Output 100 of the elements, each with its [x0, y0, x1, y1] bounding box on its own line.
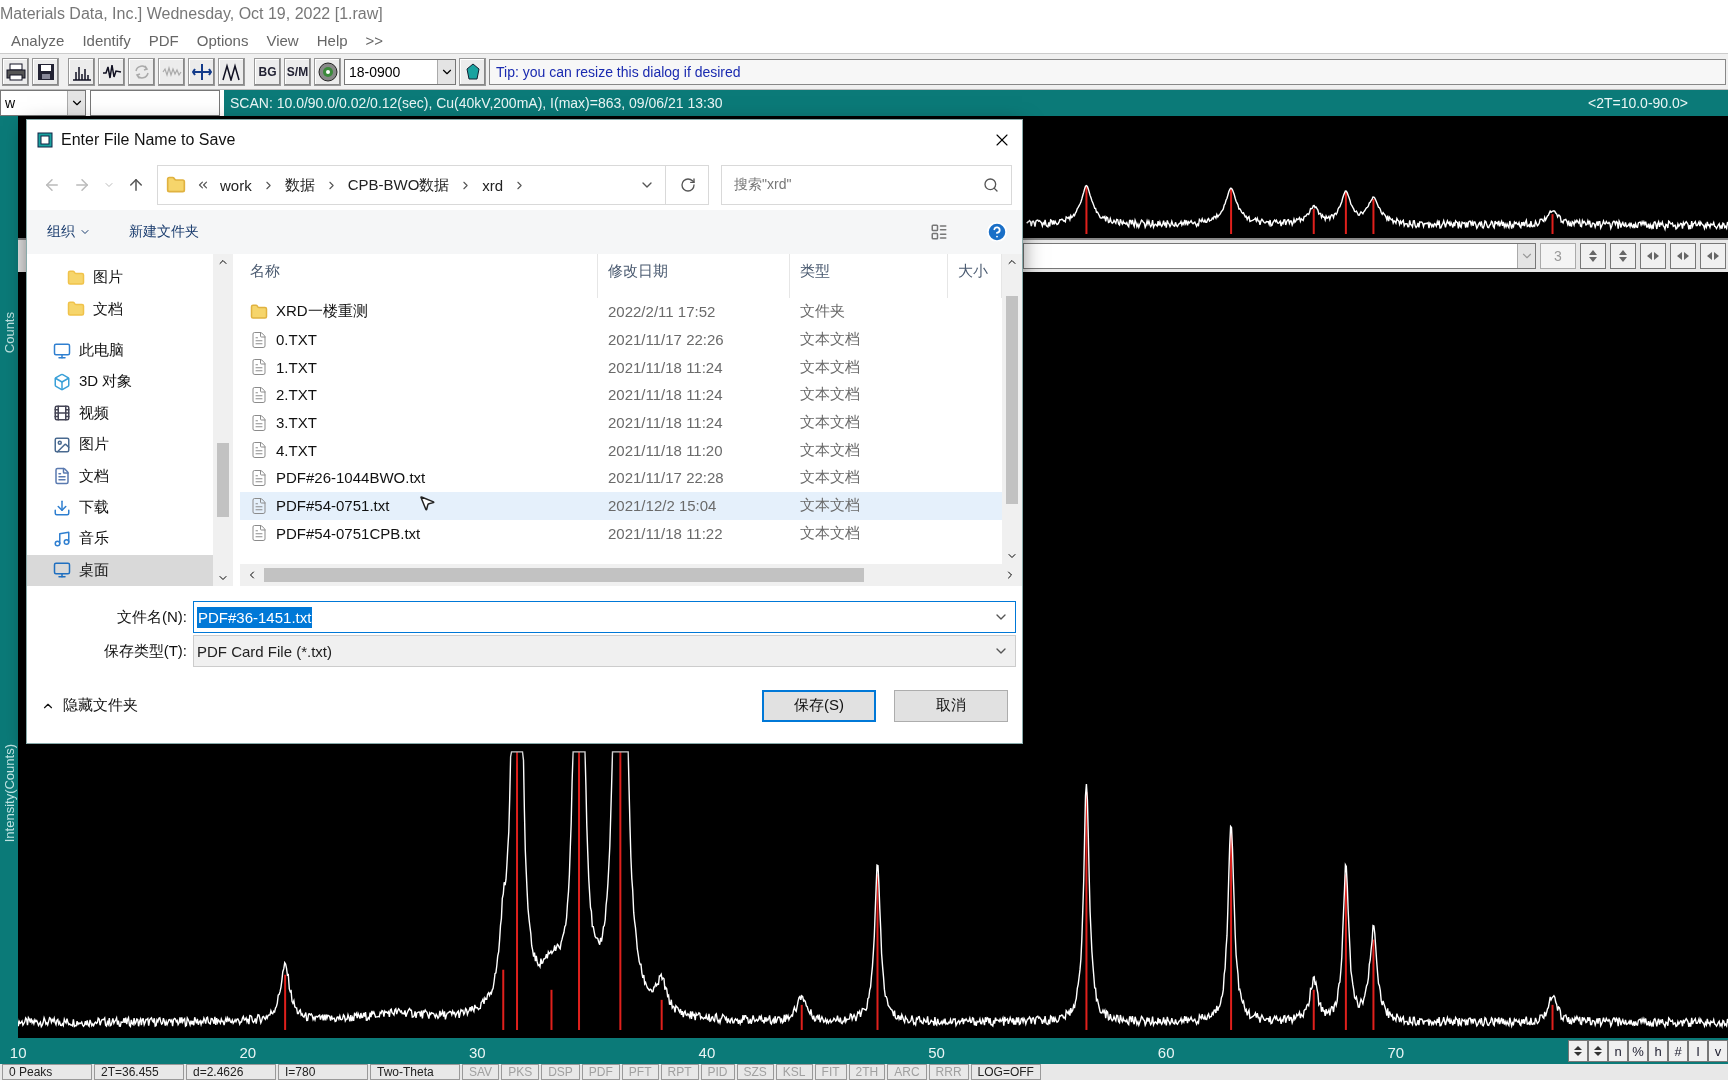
file-icon [250, 496, 268, 515]
address-bar[interactable]: work 数据 CPB-BWO数据 xrd [157, 165, 709, 205]
range-label: <2T=10.0-90.0> [1587, 95, 1688, 111]
menu-item[interactable]: Analyze [4, 30, 72, 51]
toolbar-button[interactable] [68, 57, 95, 86]
nav-item[interactable]: 文档 [27, 460, 213, 492]
axis-button[interactable]: I [1688, 1040, 1708, 1062]
folder-icon [67, 268, 85, 287]
scrollbar-thumb[interactable] [1006, 296, 1018, 504]
scrollbar[interactable] [1002, 254, 1022, 564]
file-row[interactable]: 1.TXT 2021/11/18 11:24 文本文档 [240, 353, 1002, 382]
zoom-button[interactable] [1640, 243, 1666, 269]
zoom-button[interactable] [1700, 243, 1726, 269]
breadcrumb[interactable]: work [220, 176, 252, 194]
spin-button[interactable] [1588, 1040, 1608, 1062]
spin-button[interactable] [1568, 1040, 1588, 1062]
cancel-button[interactable]: 取消 [894, 689, 1008, 722]
folder-icon [250, 302, 268, 321]
breadcrumb[interactable]: CPB-BWO数据 [347, 175, 450, 195]
toolbar-button[interactable] [32, 57, 59, 86]
axis-tick-label: 10 [9, 1044, 27, 1061]
status-toggle[interactable]: LOG=OFF [970, 1064, 1041, 1080]
toolbar-button[interactable] [218, 57, 245, 86]
column-header[interactable]: 修改日期 [598, 254, 790, 298]
file-row[interactable]: XRD一楼重测 2022/2/11 17:52 文件夹 [240, 298, 1002, 326]
scrollbar[interactable] [240, 564, 1022, 586]
nav-item[interactable]: 此电脑 [27, 334, 213, 367]
zoom-button[interactable] [1610, 243, 1636, 269]
nav-item[interactable]: 视频 [27, 397, 213, 430]
input-field[interactable] [90, 90, 220, 116]
filename-field[interactable]: PDF#36-1451.txt [193, 601, 1016, 633]
breadcrumb[interactable]: xrd [482, 176, 504, 194]
refresh-icon[interactable] [680, 177, 696, 193]
new-folder-button[interactable]: 新建文件夹 [129, 223, 199, 241]
toolbar-button[interactable] [2, 57, 29, 86]
fit-icon [1706, 249, 1720, 263]
file-row[interactable]: 4.TXT 2021/11/18 11:20 文本文档 [240, 436, 1002, 465]
help-icon[interactable] [986, 221, 1008, 243]
scrollbar[interactable] [213, 254, 233, 586]
expand-vertical-icon [1616, 249, 1630, 263]
wave-icon [101, 62, 122, 81]
hide-folders-toggle[interactable]: 隐藏文件夹 [41, 696, 744, 715]
file-row[interactable]: 0.TXT 2021/11/17 22:26 文本文档 [240, 325, 1002, 354]
view-icon[interactable] [930, 223, 948, 241]
scan-info: SCAN: 10.0/90.0/0.02/0.12(sec), Cu(40kV,200mA), I(max)=863, 09/06/21 13:30 [230, 95, 723, 111]
scrollbar-thumb[interactable] [217, 443, 229, 517]
window-title: Materials Data, Inc.] Wednesday, Oct 19, 2022 [1.raw] [0, 5, 383, 23]
app-icon [37, 132, 53, 148]
film-icon [53, 404, 71, 423]
axis-button[interactable]: n [1608, 1040, 1628, 1062]
organize-menu[interactable]: 组织 [47, 223, 91, 241]
overflow-icon[interactable] [196, 178, 210, 192]
zoom-button[interactable] [1670, 243, 1696, 269]
tip-text: Tip: you can resize this dialog if desired [496, 63, 741, 80]
column-header[interactable]: 类型 [790, 254, 948, 298]
download-icon [53, 498, 71, 517]
nav-item[interactable]: 图片 [27, 262, 213, 294]
breadcrumb[interactable]: 数据 [284, 175, 315, 195]
toolbar-button[interactable]: S/M [284, 57, 311, 86]
nav-item[interactable]: 3D 对象 [27, 366, 213, 398]
scrollbar-thumb[interactable] [264, 568, 864, 582]
column-header[interactable]: 名称 [240, 254, 598, 298]
file-row[interactable]: PDF#54-0751.txt 2021/12/2 15:04 文本文档 [240, 491, 1002, 520]
menu-item[interactable]: Identify [75, 30, 138, 51]
toolbar-button[interactable] [314, 57, 341, 86]
zoom-button[interactable] [1580, 243, 1606, 269]
nav-item[interactable]: 下载 [27, 491, 213, 524]
toolbar-button[interactable] [188, 57, 215, 86]
menu-item[interactable]: View [259, 30, 306, 51]
toolbar-button[interactable] [459, 57, 486, 86]
axis-button[interactable]: h [1648, 1040, 1668, 1062]
menu-item[interactable]: Help [309, 30, 355, 51]
menu-item[interactable]: Options [189, 30, 256, 51]
nav-item[interactable]: 文档 [27, 293, 213, 325]
menu-item[interactable]: >> [358, 30, 391, 51]
floppy-icon [36, 62, 55, 81]
file-row[interactable]: 2.TXT 2021/11/18 11:24 文本文档 [240, 381, 1002, 409]
view-combo[interactable]: w [0, 90, 86, 116]
toolbar-button[interactable] [98, 57, 125, 86]
axis-button[interactable]: % [1628, 1040, 1648, 1062]
search-field[interactable]: 搜索"xrd" [721, 165, 1012, 205]
card-combo[interactable]: 18-0900 [344, 58, 456, 85]
file-row[interactable]: PDF#54-0751CPB.txt 2021/11/18 11:22 文本文档 [240, 519, 1002, 548]
nav-item[interactable]: 桌面 [27, 554, 213, 587]
music-icon [53, 529, 71, 548]
save-button[interactable]: 保存(S) [762, 689, 876, 722]
file-row[interactable]: PDF#26-1044BWO.txt 2021/11/17 22:28 文本文档 [240, 464, 1002, 492]
nav-item[interactable]: 图片 [27, 429, 213, 461]
filetype-select[interactable]: PDF Card File (*.txt) [193, 635, 1016, 667]
file-row[interactable]: 3.TXT 2021/11/18 11:24 文本文档 [240, 408, 1002, 437]
up-icon[interactable] [127, 176, 145, 194]
nav-item[interactable]: 音乐 [27, 523, 213, 555]
axis-button[interactable]: v [1708, 1040, 1728, 1062]
file-icon [250, 385, 268, 404]
cursor-icon [418, 493, 436, 512]
axis-button[interactable]: # [1668, 1040, 1688, 1062]
zoom-horizontal-icon [1646, 249, 1660, 263]
menu-item[interactable]: PDF [141, 30, 186, 51]
toolbar-button[interactable]: BG [254, 57, 281, 86]
plot-combo[interactable] [1023, 243, 1536, 269]
